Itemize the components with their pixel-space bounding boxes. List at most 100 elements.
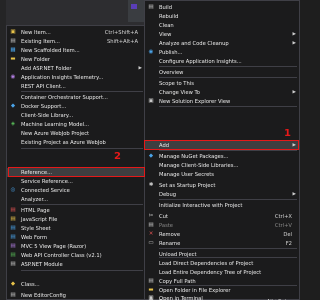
menu-item-build[interactable]: ▤ Build xyxy=(145,3,299,12)
menu-item-load-direct-dependencies-of-project[interactable]: Load Direct Dependencies of Project xyxy=(145,259,299,268)
menu-item-load-entire-dependency-tree-of-project[interactable]: Load Entire Dependency Tree of Project xyxy=(145,268,299,277)
menu-item-label: Container Orchestrator Support... xyxy=(21,94,108,101)
menu-item-set-as-startup-project[interactable]: ✱ Set as Startup Project xyxy=(145,181,299,190)
menu-item-manage-client-side-libraries[interactable]: Manage Client-Side Libraries... xyxy=(145,161,299,170)
menu-item-label: Set as Startup Project xyxy=(159,182,216,189)
menu-item-asp-net-module[interactable]: ▤ ASP.NET Module xyxy=(7,260,145,269)
menu-item-label: Scope to This xyxy=(159,80,194,87)
menu-item-label: Remove xyxy=(159,231,181,238)
menu-item-label: ASP.NET Module xyxy=(21,261,63,268)
menu-item-label: View xyxy=(159,31,172,38)
app-insights-icon: ◉ xyxy=(10,73,16,80)
menu-item-label: Load Direct Dependencies of Project xyxy=(159,260,254,267)
menu-item-overview[interactable]: Overview xyxy=(145,68,299,77)
menu-separator xyxy=(21,204,143,205)
menu-item-mvc-5-view-page-razor[interactable]: ▤ MVC 5 View Page (Razor) xyxy=(7,242,145,251)
menu-item-initialize-interactive-with-project[interactable]: Initialize Interactive with Project xyxy=(145,201,299,210)
menu-item-existing-item[interactable]: ▤ Existing Item... Shift+Alt+A xyxy=(7,37,145,46)
menu-item-label: Class... xyxy=(21,281,40,288)
submenu-arrow-icon: ▶ xyxy=(292,192,296,197)
menu-item-label: Initialize Interactive with Project xyxy=(159,202,243,209)
menu-item-class[interactable]: ◆ Class... xyxy=(7,280,145,289)
menu-item-remove[interactable]: ✕ Remove Del xyxy=(145,230,299,239)
menu-item-new-solution-explorer-view[interactable]: ▣ New Solution Explorer View xyxy=(145,97,299,106)
menu-item-label: Manage NuGet Packages... xyxy=(159,153,229,160)
menu-item-service-reference[interactable]: Service Reference... xyxy=(7,177,145,186)
menu-item-label: MVC 5 View Page (Razor) xyxy=(21,243,87,250)
menu-item-publish[interactable]: ◉ Publish... xyxy=(145,48,299,57)
menu-item-javascript-file[interactable]: ▤ JavaScript File xyxy=(7,215,145,224)
menu-separator xyxy=(159,248,297,249)
menu-item-manage-user-secrets[interactable]: Manage User Secrets xyxy=(145,170,299,179)
scaffold-icon: ▦ xyxy=(10,46,16,53)
menu-item-existing-project-as-azure-webjob[interactable]: Existing Project as Azure WebJob xyxy=(7,138,145,147)
menu-item-configure-application-insights[interactable]: Configure Application Insights... xyxy=(145,57,299,66)
menu-item-client-side-library[interactable]: Client-Side Library... xyxy=(7,111,145,120)
razor-view-icon: ▤ xyxy=(10,242,16,249)
menu-item-label: Analyze and Code Cleanup xyxy=(159,40,229,47)
menu-item-new-item[interactable]: ▣ New Item... Ctrl+Shift+A xyxy=(7,28,145,37)
menu-item-view[interactable]: View ▶ xyxy=(145,30,299,39)
menu-separator xyxy=(21,148,143,149)
menu-item-label: Machine Learning Model... xyxy=(21,121,90,128)
vs-logo-fragment-icon xyxy=(131,4,137,9)
menu-item-application-insights-telemetry[interactable]: ◉ Application Insights Telemetry... xyxy=(7,73,145,82)
ml-model-icon: ◈ xyxy=(10,120,16,127)
submenu-arrow-icon: ▶ xyxy=(292,143,296,148)
menu-item-label: Rename xyxy=(159,240,181,247)
menu-item-new-scaffolded-item[interactable]: ▦ New Scaffolded Item... xyxy=(7,46,145,55)
menu-item-label: Reference... xyxy=(21,169,53,176)
menu-item-label: Overview xyxy=(159,69,184,76)
menu-item-label: New Scaffolded Item... xyxy=(21,47,80,54)
module-icon: ▤ xyxy=(10,260,16,267)
menu-item-style-sheet[interactable]: ▤ Style Sheet xyxy=(7,224,145,233)
menu-item-label: REST API Client... xyxy=(21,83,66,90)
callout-one: 1 xyxy=(284,128,291,139)
menu-item-cut[interactable]: ✂ Cut Ctrl+X xyxy=(145,212,299,221)
menu-separator xyxy=(159,150,297,151)
menu-item-machine-learning-model[interactable]: ◈ Machine Learning Model... xyxy=(7,120,145,129)
menu-item-new-azure-webjob-project[interactable]: New Azure WebJob Project xyxy=(7,129,145,138)
menu-item-rebuild[interactable]: Rebuild xyxy=(145,12,299,21)
menu-separator xyxy=(159,199,297,200)
menu-item-add-asp-net-folder[interactable]: Add ASP.NET Folder ▶ xyxy=(7,64,145,73)
menu-item-change-view-to[interactable]: Change View To ▶ xyxy=(145,88,299,97)
menu-item-debug[interactable]: Debug ▶ xyxy=(145,190,299,199)
menu-item-label: Publish... xyxy=(159,49,183,56)
menu-item-add[interactable]: Add ▶ xyxy=(145,141,299,150)
docker-icon: ◆ xyxy=(10,102,16,109)
menu-item-html-page[interactable]: ▤ HTML Page xyxy=(7,206,145,215)
menu-item-connected-service[interactable]: ◎ Connected Service xyxy=(7,186,145,195)
menu-item-analyzer[interactable]: Analyzer... xyxy=(7,195,145,204)
menu-item-analyze-and-code-cleanup[interactable]: Analyze and Code Cleanup ▶ xyxy=(145,39,299,48)
menu-separator xyxy=(159,66,297,67)
menu-item-new-folder[interactable]: ▬ New Folder xyxy=(7,55,145,64)
menu-item-docker-support[interactable]: ◆ Docker Support... xyxy=(7,102,145,111)
menu-item-rest-api-client[interactable]: REST API Client... xyxy=(7,82,145,91)
menu-item-paste[interactable]: ▤ Paste Ctrl+V xyxy=(145,221,299,230)
cut-icon: ✂ xyxy=(148,212,154,219)
menu-item-new-editorconfig[interactable]: ▤ New EditorConfig xyxy=(7,291,145,300)
editorconfig-icon: ▤ xyxy=(10,291,16,298)
menu-item-scope-to-this[interactable]: Scope to This xyxy=(145,79,299,88)
menu-item-label: Existing Project as Azure WebJob xyxy=(21,139,106,146)
publish-icon: ◉ xyxy=(148,48,154,55)
menu-item-clean[interactable]: Clean xyxy=(145,21,299,30)
menu-item-label: Docker Support... xyxy=(21,103,67,110)
web-form-icon: ▤ xyxy=(10,233,16,240)
callout-two: 2 xyxy=(114,151,121,162)
menu-item-manage-nuget-packages[interactable]: ◆ Manage NuGet Packages... xyxy=(145,152,299,161)
menu-item-label: New Folder xyxy=(21,56,50,63)
menu-item-container-orchestrator-support[interactable]: Container Orchestrator Support... xyxy=(7,93,145,102)
menu-item-rename[interactable]: ▭ Rename F2 xyxy=(145,239,299,248)
menu-item-reference[interactable]: Reference... xyxy=(7,168,145,177)
menu-separator xyxy=(159,285,297,286)
menu-item-label: Add xyxy=(159,142,170,149)
project-context-menu: ▤ Build Rebuild Clean View ▶ Analyze and Code … xyxy=(144,0,300,300)
menu-item-web-api-controller-class-v2-1[interactable]: ▤ Web API Controller Class (v2.1) xyxy=(7,251,145,260)
menu-item-label: Application Insights Telemetry... xyxy=(21,74,104,81)
menu-item-label: New EditorConfig xyxy=(21,292,66,299)
menu-item-web-form[interactable]: ▤ Web Form xyxy=(7,233,145,242)
menu-item-label: Service Reference... xyxy=(21,178,73,185)
connected-service-icon: ◎ xyxy=(10,186,16,193)
